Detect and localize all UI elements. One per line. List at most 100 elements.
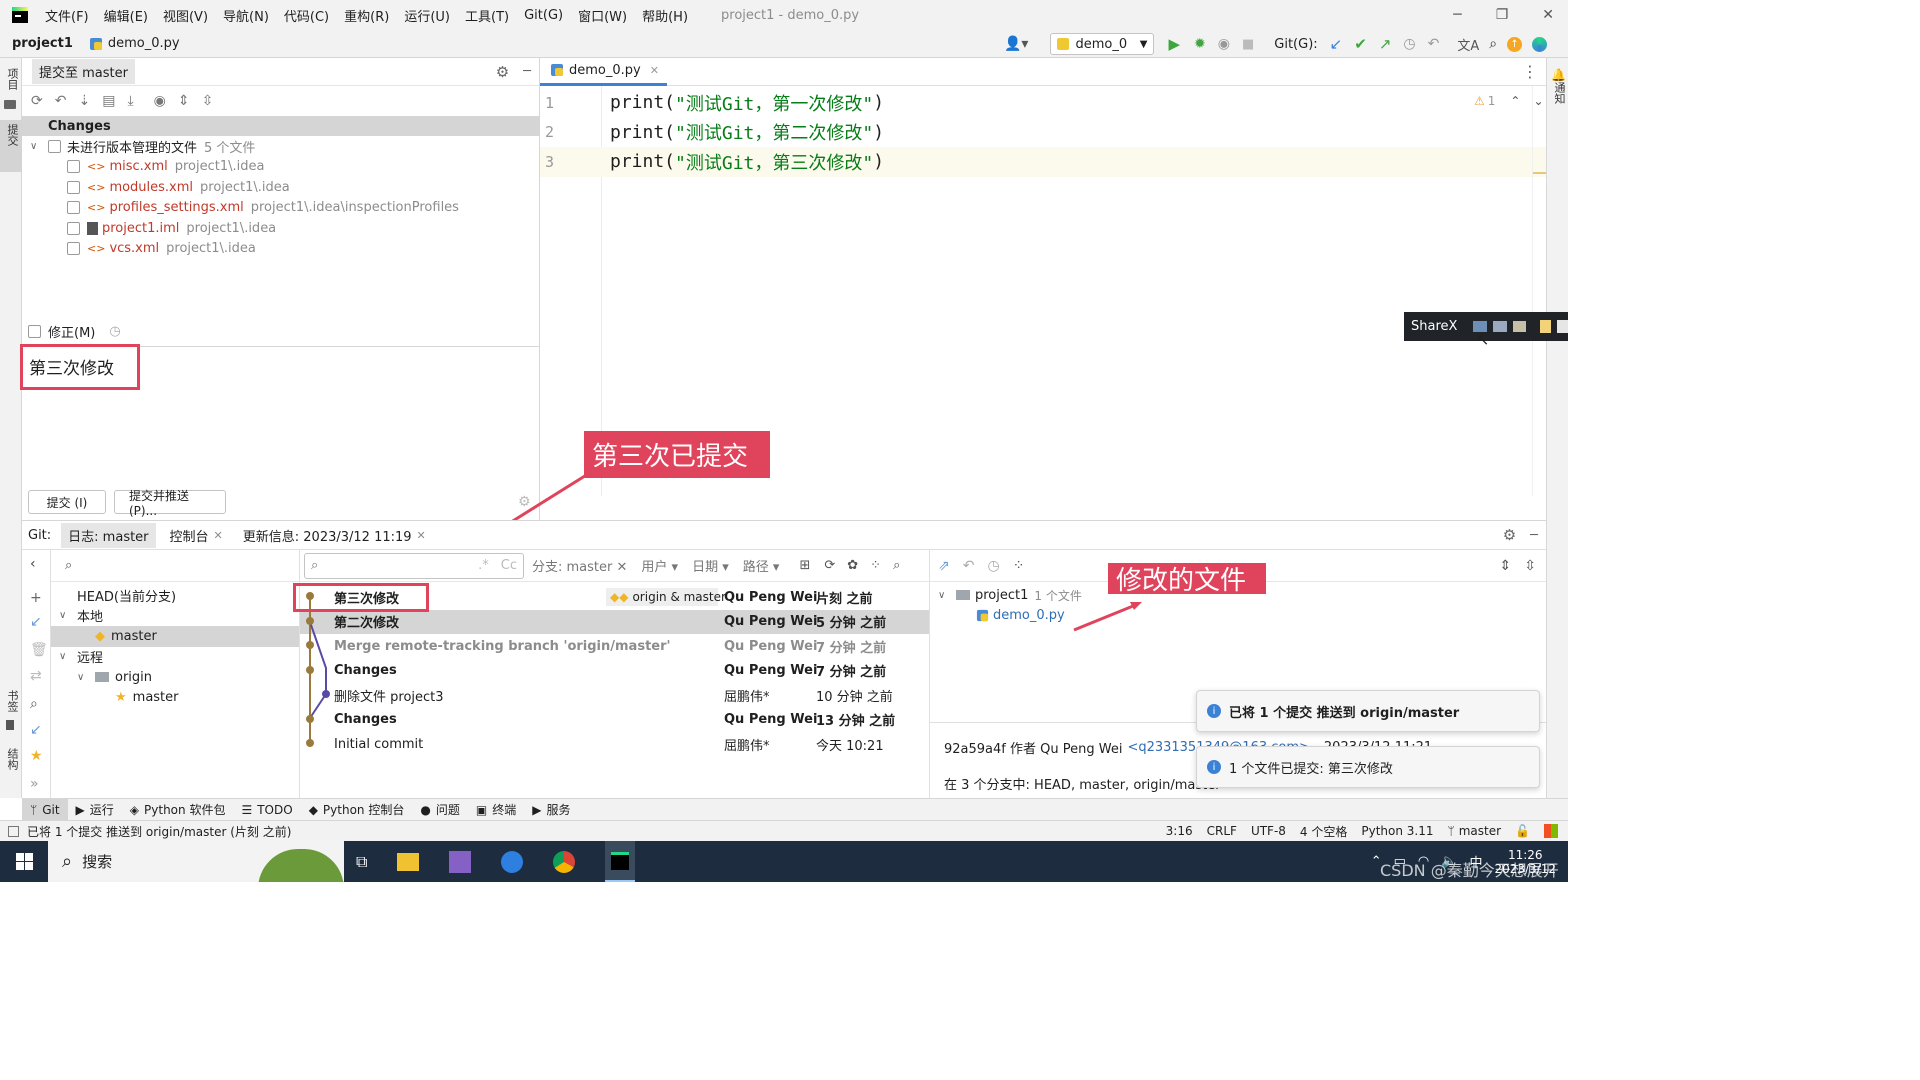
tool-python-console[interactable]: ◆ Python 控制台 — [301, 801, 413, 818]
menu-navigate[interactable]: 导航(N) — [223, 6, 269, 25]
regex-icon[interactable]: .* — [478, 558, 489, 573]
diff-icon[interactable]: ⇗ — [938, 558, 950, 574]
settings-gear-icon[interactable]: ⚙ — [1503, 526, 1516, 544]
branch-search[interactable]: ⌕ — [51, 550, 299, 582]
menu-edit[interactable]: 编辑(E) — [104, 6, 148, 25]
branch-filter[interactable]: 分支: master ✕ — [532, 556, 627, 575]
menu-tools[interactable]: 工具(T) — [465, 6, 509, 25]
clipboard-upload-icon[interactable] — [1557, 320, 1568, 333]
file-encoding[interactable]: UTF-8 — [1251, 824, 1286, 838]
date-filter[interactable]: 日期 ▾ — [692, 556, 729, 575]
status-message[interactable]: 已将 1 个提交 推送到 origin/master (片刻 之前) — [27, 823, 291, 840]
settings-gear-icon[interactable]: ⚙ — [496, 63, 509, 81]
user-filter[interactable]: 用户 ▾ — [641, 556, 678, 575]
branch-origin-group[interactable]: ∨ origin — [51, 667, 299, 688]
status-toggle-icon[interactable] — [8, 825, 19, 837]
lock-icon[interactable]: 🔓 — [1515, 824, 1530, 838]
menu-window[interactable]: 窗口(W) — [578, 6, 627, 25]
run-icon[interactable]: ▶ — [1168, 35, 1180, 53]
amend-checkbox[interactable] — [28, 324, 41, 338]
file-row[interactable]: <> profiles_settings.xml project1\.idea\… — [22, 198, 539, 219]
file-checkbox[interactable] — [67, 221, 80, 235]
translate-icon[interactable]: 文A — [1457, 35, 1479, 54]
menu-run[interactable]: 运行(U) — [404, 6, 450, 25]
collapse-all-icon[interactable]: ⇳ — [202, 93, 214, 109]
file-row[interactable]: <> misc.xml project1\.idea — [22, 157, 539, 178]
prev-highlight-icon[interactable]: ⌃ — [1510, 94, 1520, 108]
history-icon[interactable]: ◷ — [1403, 36, 1415, 52]
commit-row[interactable]: Merge remote-tracking branch 'origin/mas… — [300, 634, 929, 659]
unversioned-group[interactable]: ∨ 未进行版本管理的文件 5 个文件 — [22, 136, 539, 157]
search-icon[interactable]: ⌕ — [1489, 36, 1497, 52]
favorite-star-icon[interactable]: ★ — [30, 748, 43, 764]
branch-local-master[interactable]: ◆ master — [51, 626, 299, 647]
add-icon[interactable]: + — [30, 590, 42, 606]
menu-code[interactable]: 代码(C) — [284, 6, 329, 25]
fetch-icon[interactable]: ↙ — [30, 722, 42, 738]
collapse-all-icon[interactable]: ⇳ — [1524, 558, 1536, 574]
expand-all-icon[interactable]: ⇕ — [178, 93, 190, 109]
commit-push-button[interactable]: 提交并推送(P)... — [114, 489, 226, 518]
branch-local-group[interactable]: ∨ 本地 — [51, 606, 299, 627]
refresh-icon[interactable]: ⟳ — [31, 93, 43, 109]
chrome-icon[interactable] — [553, 850, 576, 873]
search-icon[interactable]: ⌕ — [30, 696, 38, 712]
update-project-icon[interactable]: ⇣ — [78, 93, 90, 109]
restore-icon[interactable]: ❐ — [1496, 7, 1509, 23]
tool-python-packages[interactable]: ◈ Python 软件包 — [122, 801, 234, 818]
app-icon[interactable] — [501, 850, 524, 873]
run-config-dropdown[interactable]: demo_0 ▼ — [1050, 33, 1155, 55]
expand-all-icon[interactable]: ⇕ — [1500, 558, 1512, 574]
structure-tool-button[interactable]: 结构 — [4, 748, 20, 774]
tab-close-icon[interactable]: ✕ — [417, 529, 426, 542]
breadcrumb-file[interactable]: demo_0.py — [108, 36, 180, 51]
details-file[interactable]: demo_0.py — [930, 606, 1546, 627]
notifications-tool-button[interactable]: 🔔 通知 — [1551, 68, 1567, 108]
menu-file[interactable]: 文件(F) — [45, 6, 89, 25]
menu-view[interactable]: 视图(V) — [163, 6, 208, 25]
file-checkbox[interactable] — [67, 242, 80, 256]
commit-row[interactable]: Changes Qu Peng Wei 7 分钟 之前 — [300, 659, 929, 684]
diff-icon[interactable]: ▤ — [102, 93, 115, 109]
tool-problems[interactable]: ● 问题 — [412, 801, 468, 818]
file-checkbox[interactable] — [67, 201, 80, 215]
commit-row[interactable]: Changes Qu Peng Wei 13 分钟 之前 — [300, 708, 929, 733]
notification-push[interactable]: i 已将 1 个提交 推送到 origin/master — [1196, 690, 1540, 732]
more-options-icon[interactable]: ⋮ — [1522, 62, 1538, 81]
file-checkbox[interactable] — [67, 180, 80, 194]
tool-terminal[interactable]: ▣ 终端 — [468, 801, 524, 818]
tab-console[interactable]: 控制台 — [170, 526, 209, 545]
back-icon[interactable]: ‹ — [30, 556, 36, 572]
git-branch-widget[interactable]: ᛘ master — [1448, 824, 1502, 838]
changes-header[interactable]: Changes — [22, 116, 539, 136]
branch-origin-master[interactable]: ★ master — [51, 688, 299, 709]
chevron-down-icon[interactable]: ∨ — [77, 672, 95, 683]
compare-icon[interactable]: ⇄ — [30, 668, 42, 684]
commit-message-area[interactable]: 第三次修改 — [20, 344, 539, 484]
menu-git[interactable]: Git(G) — [524, 8, 563, 23]
clipboard-icon[interactable] — [1540, 320, 1552, 333]
tab-update-info[interactable]: 更新信息: 2023/3/12 11:19 — [243, 526, 412, 545]
tool-todo[interactable]: ☰ TODO — [233, 803, 300, 817]
coverage-icon[interactable]: ◉ — [1218, 36, 1230, 52]
update-icon[interactable]: ↑ — [1507, 36, 1523, 52]
clock-icon[interactable]: ◷ — [109, 324, 120, 339]
tab-log[interactable]: 日志: master — [61, 522, 156, 548]
commit-row[interactable]: Initial commit 屈鹏伟* 今天 10:21 — [300, 732, 929, 757]
shelve-icon[interactable]: ⤓ — [127, 93, 133, 109]
file-checkbox[interactable] — [67, 160, 80, 174]
menu-help[interactable]: 帮助(H) — [642, 6, 688, 25]
pycharm-task-icon[interactable] — [605, 841, 636, 882]
delete-icon[interactable]: 🗑 — [30, 642, 48, 658]
tab-close-icon[interactable]: ✕ — [214, 529, 223, 542]
tool-git[interactable]: ᛘ Git — [22, 798, 68, 821]
tool-run[interactable]: ▶ 运行 — [68, 801, 122, 818]
close-icon[interactable]: ✕ — [1542, 7, 1554, 23]
rollback-changes-icon[interactable]: ↶ — [55, 93, 67, 109]
visual-studio-icon[interactable] — [449, 850, 472, 873]
match-case-icon[interactable]: Cc — [501, 558, 517, 573]
stop-icon[interactable]: ■ — [1242, 37, 1254, 52]
tool-services[interactable]: ▶ 服务 — [524, 801, 578, 818]
history-icon[interactable]: ◷ — [987, 558, 999, 574]
file-row[interactable]: <> modules.xml project1\.idea — [22, 177, 539, 198]
